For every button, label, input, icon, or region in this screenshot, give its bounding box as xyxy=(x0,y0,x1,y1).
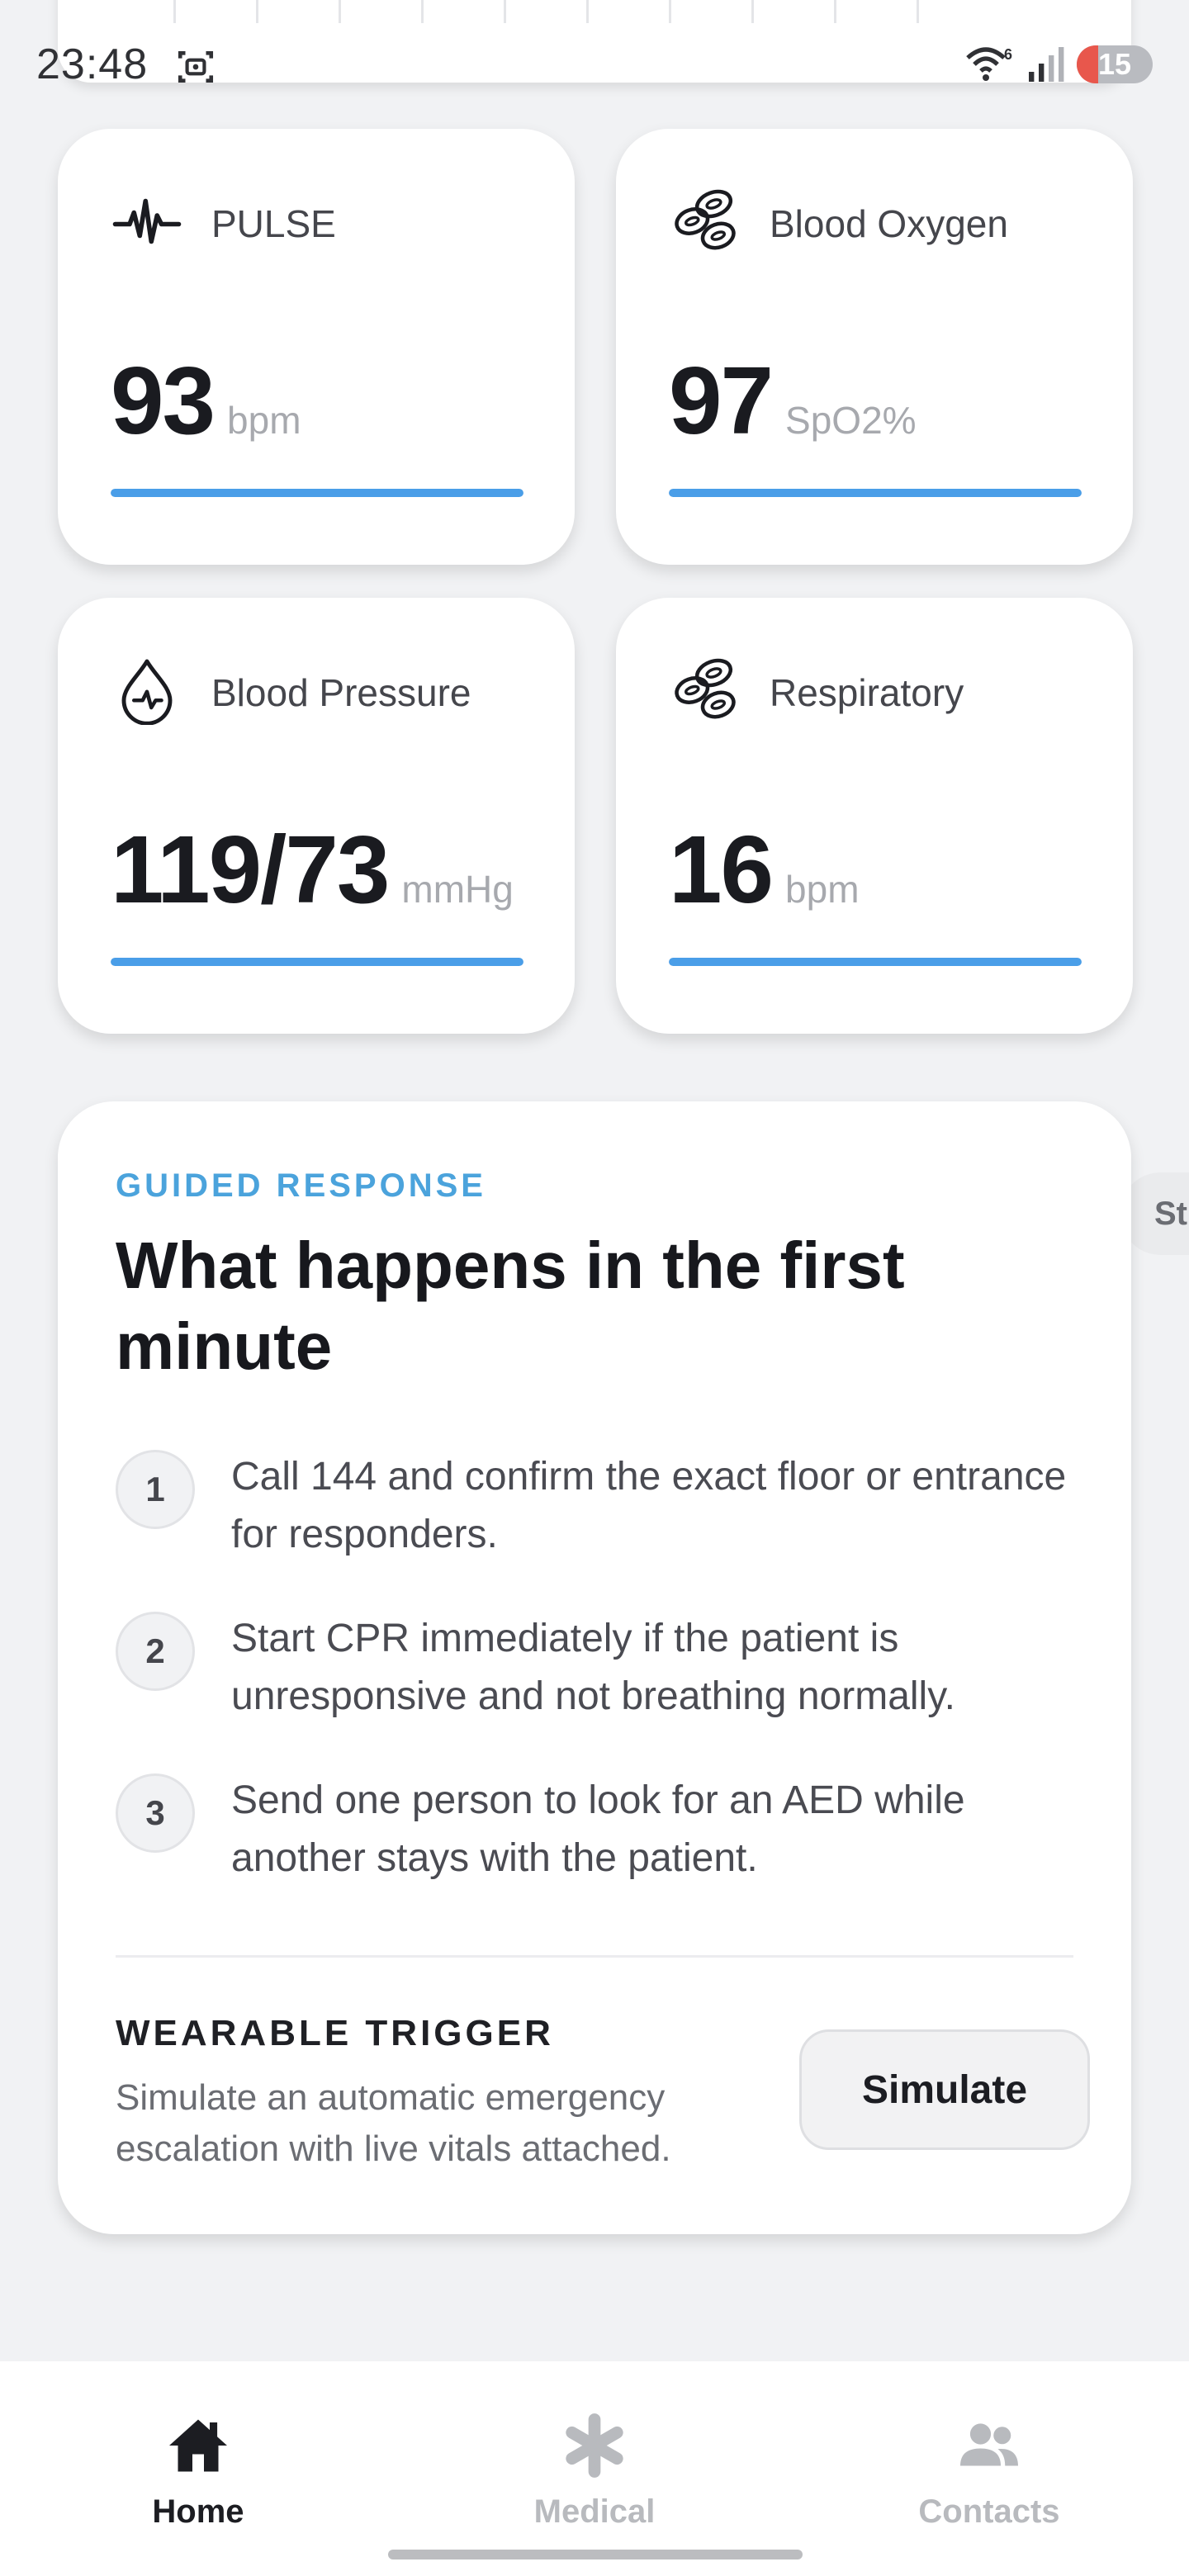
vital-label: Blood Pressure xyxy=(211,671,471,714)
wearable-trigger-description: Simulate an automatic emergency escalati… xyxy=(116,2077,671,2169)
scale-tick xyxy=(834,0,836,23)
vital-progress-fill xyxy=(111,958,523,966)
vital-reading: 16 bpm xyxy=(669,814,860,925)
scale-tick xyxy=(669,0,671,23)
guided-step: 1 Call 144 and confirm the exact floor o… xyxy=(116,1448,1090,1564)
vital-card-blood-oxygen[interactable]: Blood Oxygen 97 SpO2% xyxy=(616,129,1133,565)
vital-progress-bar xyxy=(669,489,1082,497)
asterisk-icon xyxy=(566,2413,623,2478)
vital-progress-fill xyxy=(669,958,1082,966)
vital-card-respiratory[interactable]: Respiratory 16 bpm xyxy=(616,598,1133,1034)
scale-tick xyxy=(256,0,258,23)
vital-value: 93 xyxy=(111,347,216,454)
vital-unit: bpm xyxy=(227,399,301,442)
battery-icon: 15 xyxy=(1077,45,1153,83)
vital-progress-bar xyxy=(669,958,1082,966)
contacts-icon xyxy=(960,2423,1018,2466)
vital-reading: 97 SpO2% xyxy=(669,345,917,456)
step-text: Start CPR immediately if the patient is … xyxy=(231,1617,955,1718)
bottom-navigation: Home Medical Contacts xyxy=(0,2361,1189,2576)
battery-percentage: 15 xyxy=(1097,47,1132,81)
simulate-button[interactable]: Simulate xyxy=(799,2029,1090,2150)
step-number-badge: 2 xyxy=(116,1612,195,1691)
scale-tick xyxy=(751,0,754,23)
blood-drop-icon xyxy=(121,659,173,725)
status-icons: 6 15 xyxy=(964,43,1153,86)
vital-reading: 93 bpm xyxy=(111,345,301,456)
home-indicator[interactable] xyxy=(388,2550,803,2559)
vital-unit: mmHg xyxy=(401,868,514,911)
guided-step: 2 Start CPR immediately if the patient i… xyxy=(116,1610,1090,1726)
scale-tick xyxy=(586,0,589,23)
guided-response-card: GUIDED RESPONSE What happens in the firs… xyxy=(58,1101,1131,2234)
step-text: Send one person to look for an AED while… xyxy=(231,1778,965,1880)
blood-cells-icon xyxy=(675,189,736,250)
vital-label: Respiratory xyxy=(770,671,964,714)
vital-card-blood-pressure[interactable]: Blood Pressure 119/73 mmHg xyxy=(58,598,575,1034)
vital-card-pulse[interactable]: PULSE 93 bpm xyxy=(58,129,575,565)
vital-progress-bar xyxy=(111,489,523,497)
vital-value: 119/73 xyxy=(111,816,390,923)
wifi-icon: 6 xyxy=(966,46,1012,81)
vital-label: Blood Oxygen xyxy=(770,202,1008,245)
step-number-badge: 1 xyxy=(116,1450,195,1529)
status-bar: 23:48 6 15 xyxy=(0,33,1189,99)
vital-progress-fill xyxy=(669,489,1082,497)
status-time: 23:48 xyxy=(36,40,149,88)
guided-step: 3 Send one person to look for an AED whi… xyxy=(116,1772,1090,1887)
svg-text:6: 6 xyxy=(1004,46,1012,63)
step-number-badge: 3 xyxy=(116,1773,195,1853)
vital-unit: SpO2% xyxy=(785,399,917,442)
vital-value: 16 xyxy=(669,816,774,923)
nav-item-contacts[interactable]: Contacts xyxy=(865,2411,1113,2531)
guided-eyebrow: GUIDED RESPONSE xyxy=(116,1167,486,1204)
heartbeat-icon xyxy=(112,198,182,244)
scale-tick xyxy=(339,0,341,23)
scale-tick xyxy=(173,0,176,23)
vital-value: 97 xyxy=(669,347,774,454)
vital-unit: bpm xyxy=(785,868,860,911)
scale-tick xyxy=(917,0,919,23)
screenshot-icon xyxy=(178,51,214,83)
divider xyxy=(116,1955,1073,1958)
vital-reading: 119/73 mmHg xyxy=(111,814,514,925)
app-screen: 23:48 6 15 PULSE 93 bpm Blood Oxygen 97 … xyxy=(0,0,1189,2576)
signal-icon xyxy=(1029,47,1064,82)
nav-item-medical[interactable]: Medical xyxy=(471,2411,718,2531)
blood-cells-icon xyxy=(675,658,736,719)
nav-item-home[interactable]: Home xyxy=(74,2411,322,2531)
battery-level xyxy=(1077,45,1098,83)
guided-title: What happens in the first minute xyxy=(116,1229,905,1383)
wearable-trigger-label: WEARABLE TRIGGER xyxy=(116,2013,554,2053)
vital-label: PULSE xyxy=(211,202,336,245)
scale-tick xyxy=(504,0,506,23)
nav-label-contacts: Contacts xyxy=(918,2493,1060,2530)
step-text: Call 144 and confirm the exact floor or … xyxy=(231,1455,1067,1556)
home-icon xyxy=(169,2419,227,2472)
scale-tick xyxy=(421,0,424,23)
vital-progress-fill xyxy=(111,489,523,497)
vital-progress-bar xyxy=(111,958,523,966)
nav-label-home: Home xyxy=(152,2493,244,2530)
nav-label-medical: Medical xyxy=(533,2493,656,2530)
